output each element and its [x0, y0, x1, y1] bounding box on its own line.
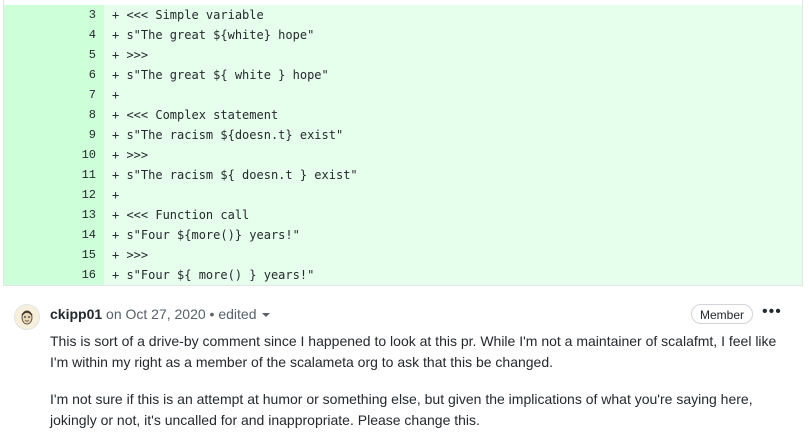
diff-view: 3 + <<< Simple variable 4 + s"The great …	[3, 0, 803, 286]
code-cell: + s"Four ${ more() } years!"	[104, 265, 802, 285]
line-number-cell[interactable]: 10	[4, 145, 104, 165]
diff-line: 10 + >>>	[4, 145, 802, 165]
chevron-down-icon[interactable]	[262, 313, 271, 318]
code-text: + >>>	[112, 248, 149, 262]
line-number: 10	[81, 148, 96, 162]
code-cell: + >>>	[104, 45, 802, 65]
line-number-cell[interactable]: 9	[4, 125, 104, 145]
diff-line: 11 + s"The racism ${ doesn.t } exist"	[4, 165, 802, 185]
code-cell: + s"Four ${more()} years!"	[104, 225, 802, 245]
line-number: 8	[88, 108, 96, 122]
diff-line: 3 + <<< Simple variable	[4, 5, 802, 25]
code-text: + >>>	[112, 148, 149, 162]
code-text: + s"The racism ${doesn.t} exist"	[112, 128, 344, 142]
line-number-cell[interactable]: 13	[4, 205, 104, 225]
code-cell: + <<< Complex statement	[104, 105, 802, 125]
diff-line: 6 + s"The great ${ white } hope"	[4, 65, 802, 85]
code-text: + s"Four ${ more() } years!"	[112, 268, 315, 282]
code-cell: + >>>	[104, 145, 802, 165]
line-number-cell[interactable]: 6	[4, 65, 104, 85]
code-cell: +	[104, 85, 802, 105]
diff-line: 8 + <<< Complex statement	[4, 105, 802, 125]
avatar[interactable]	[14, 304, 40, 330]
line-number: 6	[88, 68, 96, 82]
line-number-cell[interactable]: 3	[4, 5, 104, 25]
code-cell: + s"The racism ${ doesn.t } exist"	[104, 165, 802, 185]
diff-line: 5 + >>>	[4, 45, 802, 65]
line-number: 14	[81, 228, 96, 242]
line-number: 13	[81, 208, 96, 222]
code-cell: + <<< Function call	[104, 205, 802, 225]
line-number: 4	[88, 28, 96, 42]
code-cell: + <<< Simple variable	[104, 5, 802, 25]
more-options-icon[interactable]: •••	[762, 301, 782, 323]
diff-line: 4 + s"The great ${white} hope"	[4, 25, 802, 45]
author-link[interactable]: ckipp01	[50, 306, 102, 322]
comment-paragraph: I'm not sure if this is an attempt at hu…	[50, 391, 753, 428]
line-number: 11	[81, 168, 96, 182]
user-avatar-icon	[15, 305, 39, 329]
diff-line: 13 + <<< Function call	[4, 205, 802, 225]
code-text: + s"The racism ${ doesn.t } exist"	[112, 168, 358, 182]
line-number: 9	[88, 128, 96, 142]
line-number: 12	[81, 188, 96, 202]
line-number-cell[interactable]: 14	[4, 225, 104, 245]
line-number-cell[interactable]: 16	[4, 265, 104, 285]
line-number: 7	[88, 88, 96, 102]
code-text: + <<< Simple variable	[112, 8, 264, 22]
line-number-cell[interactable]: 12	[4, 185, 104, 205]
comment-meta[interactable]: on Oct 27, 2020 • edited	[106, 306, 256, 322]
line-number-cell[interactable]: 4	[4, 25, 104, 45]
comment-paragraph: This is sort of a drive-by comment since…	[50, 333, 777, 370]
line-number: 5	[88, 48, 96, 62]
code-text: + >>>	[112, 48, 149, 62]
comment-header: ckipp01 on Oct 27, 2020 • edited	[50, 303, 271, 325]
comment: ckipp01 on Oct 27, 2020 • edited Member …	[0, 287, 809, 443]
code-text: + <<< Complex statement	[112, 108, 279, 122]
code-text: +	[112, 188, 120, 202]
line-number-cell[interactable]: 11	[4, 165, 104, 185]
code-cell: +	[104, 185, 802, 205]
line-number-cell[interactable]: 8	[4, 105, 104, 125]
line-number-cell[interactable]: 15	[4, 245, 104, 265]
line-number: 16	[81, 268, 96, 282]
diff-line: 12 +	[4, 185, 802, 205]
code-cell: + s"The great ${white} hope"	[104, 25, 802, 45]
line-number: 15	[81, 248, 96, 262]
diff-line: 14 + s"Four ${more()} years!"	[4, 225, 802, 245]
code-cell: + s"The racism ${doesn.t} exist"	[104, 125, 802, 145]
diff-line: 16 + s"Four ${ more() } years!"	[4, 265, 802, 285]
diff-line: 9 + s"The racism ${doesn.t} exist"	[4, 125, 802, 145]
code-text: +	[112, 88, 120, 102]
code-text: + s"The great ${ white } hope"	[112, 68, 329, 82]
line-number-cell[interactable]: 7	[4, 85, 104, 105]
diff-line: 15 + >>>	[4, 245, 802, 265]
line-number: 3	[88, 8, 96, 22]
line-number-cell[interactable]: 5	[4, 45, 104, 65]
code-text: + s"The great ${white} hope"	[112, 28, 315, 42]
member-badge: Member	[691, 304, 754, 324]
diff-line: 7 +	[4, 85, 802, 105]
code-cell: + s"The great ${ white } hope"	[104, 65, 802, 85]
code-text: + <<< Function call	[112, 208, 250, 222]
code-cell: + >>>	[104, 245, 802, 265]
code-text: + s"Four ${more()} years!"	[112, 228, 300, 242]
